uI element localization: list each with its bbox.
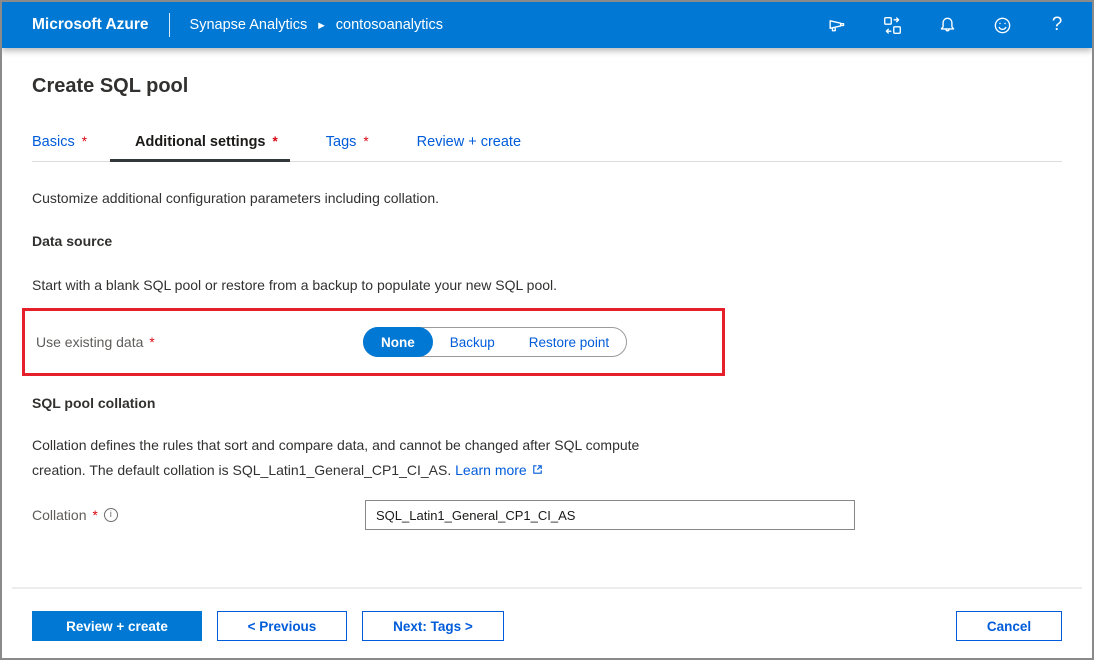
option-none[interactable]: None	[363, 327, 433, 357]
info-icon[interactable]: i	[104, 508, 118, 522]
option-restore-point[interactable]: Restore point	[512, 328, 626, 356]
azure-portal-window: Microsoft Azure Synapse Analytics ▶ cont…	[0, 0, 1094, 660]
annotation-highlight-box: Use existing data * None Backup Restore …	[22, 308, 725, 376]
required-asterisk: *	[149, 335, 154, 350]
collation-label: Collation * i	[32, 507, 118, 523]
intro-text: Customize additional configuration param…	[32, 190, 1062, 206]
data-source-description: Start with a blank SQL pool or restore f…	[32, 277, 1062, 293]
notifications-button[interactable]	[936, 14, 958, 36]
breadcrumb-workspace[interactable]: contosoanalytics	[336, 17, 443, 33]
learn-more-link[interactable]: Learn more	[455, 462, 527, 478]
option-backup[interactable]: Backup	[433, 328, 512, 356]
collation-section-heading: SQL pool collation	[32, 395, 1062, 411]
collation-field-row: Collation * i	[32, 500, 1062, 530]
collation-input[interactable]	[365, 500, 855, 530]
header-divider	[169, 13, 170, 37]
topbar-icon-group: ?	[826, 14, 1068, 36]
tab-label: Tags	[326, 134, 357, 150]
top-bar: Microsoft Azure Synapse Analytics ▶ cont…	[2, 2, 1092, 48]
announcements-button[interactable]	[826, 14, 848, 36]
tab-review-create[interactable]: Review + create	[417, 134, 521, 161]
tab-label: Review + create	[417, 134, 521, 150]
question-mark-icon: ?	[1052, 14, 1063, 36]
tab-bar: Basics * Additional settings * Tags * Re…	[32, 134, 1062, 162]
tab-tags[interactable]: Tags *	[326, 134, 369, 161]
bell-icon	[937, 15, 958, 36]
main-content: Create SQL pool Basics * Additional sett…	[2, 48, 1092, 658]
collation-description: Collation defines the rules that sort an…	[32, 433, 1062, 484]
data-source-heading: Data source	[32, 233, 1062, 249]
review-create-button[interactable]: Review + create	[32, 611, 202, 641]
breadcrumb-arrow-icon: ▶	[318, 21, 325, 30]
switch-directory-icon	[882, 15, 903, 36]
collation-description-line2: creation. The default collation is SQL_L…	[32, 462, 451, 478]
smiley-icon	[992, 15, 1013, 36]
previous-button[interactable]: < Previous	[217, 611, 347, 641]
tab-label: Basics	[32, 134, 75, 150]
help-button[interactable]: ?	[1046, 14, 1068, 36]
field-label-text: Use existing data	[36, 334, 143, 350]
required-asterisk: *	[363, 134, 368, 149]
cancel-button[interactable]: Cancel	[956, 611, 1062, 641]
footer-button-bar: Review + create < Previous Next: Tags > …	[32, 611, 1062, 641]
required-asterisk: *	[272, 134, 277, 149]
page-title: Create SQL pool	[32, 75, 1062, 98]
field-label-text: Collation	[32, 507, 86, 523]
footer-divider	[12, 587, 1082, 589]
tab-basics[interactable]: Basics *	[32, 134, 87, 161]
switch-directory-button[interactable]	[881, 14, 903, 36]
next-tags-button[interactable]: Next: Tags >	[362, 611, 504, 641]
breadcrumb-synapse-analytics[interactable]: Synapse Analytics	[190, 17, 308, 33]
breadcrumb: Synapse Analytics ▶ contosoanalytics	[190, 17, 443, 33]
megaphone-icon	[827, 15, 848, 36]
use-existing-data-label: Use existing data *	[36, 334, 155, 350]
feedback-button[interactable]	[991, 14, 1013, 36]
required-asterisk: *	[82, 134, 87, 149]
tab-label: Additional settings	[135, 134, 266, 150]
tab-additional-settings[interactable]: Additional settings *	[135, 134, 278, 161]
required-asterisk: *	[92, 508, 97, 523]
use-existing-data-toggle: None Backup Restore point	[363, 327, 627, 357]
collation-description-line1: Collation defines the rules that sort an…	[32, 437, 639, 453]
azure-brand[interactable]: Microsoft Azure	[32, 16, 149, 34]
external-link-icon	[531, 459, 544, 484]
